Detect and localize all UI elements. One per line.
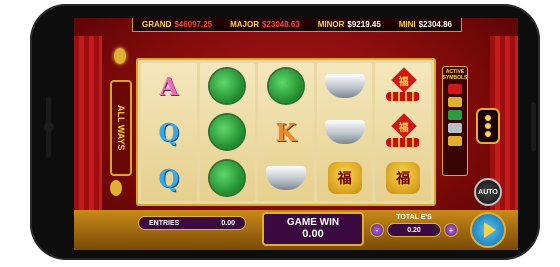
gold-pouch-icon: 福	[381, 157, 425, 199]
jade-disc	[210, 115, 245, 149]
menu-dot-icon	[485, 131, 491, 137]
total-bet-label: TOTAL E'S	[396, 214, 432, 221]
silver-ingot-icon	[323, 111, 367, 153]
jackpot-value: $46097.25	[174, 20, 213, 29]
symbol-a: A	[159, 71, 179, 101]
total-bet-row: - 0.20 +	[370, 223, 458, 237]
jade-dragon-icon	[205, 111, 249, 153]
firecracker-string	[386, 138, 421, 147]
silver-ingot-icon	[264, 157, 308, 199]
power-button	[531, 102, 536, 152]
spin-button[interactable]	[470, 212, 506, 248]
jackpot-value: $23048.63	[261, 20, 300, 29]
increase-bet-button[interactable]: +	[444, 223, 458, 237]
jackpot-value: $2304.86	[418, 20, 452, 29]
lantern-icon	[114, 48, 126, 64]
menu-button[interactable]	[476, 108, 500, 144]
jade-disc	[210, 161, 245, 195]
game-win-box: GAME WIN 0.00	[262, 212, 364, 246]
jackpot-bar: GRAND $46097.25 MAJOR $23048.63 MINOR $9…	[132, 18, 462, 32]
jackpot-label: MINI	[398, 20, 416, 29]
jackpot-value: $9219.45	[347, 20, 381, 29]
play-icon	[483, 222, 496, 238]
fu-glyph: 福	[399, 122, 410, 134]
jackpot-grand: GRAND $46097.25	[142, 20, 212, 29]
ingot-shape	[265, 166, 306, 190]
reel-column: 福福福	[375, 63, 431, 201]
chip-firecracker-icon	[448, 84, 462, 94]
jade-dragon-icon	[205, 157, 249, 199]
symbol-cell: Q	[147, 157, 191, 199]
active-symbols-panel: ACTIVE SYMBOLS	[442, 66, 468, 176]
game-screen: GRAND $46097.25 MAJOR $23048.63 MINOR $9…	[74, 18, 518, 250]
lantern-icon	[110, 180, 122, 196]
symbol-k: K	[275, 117, 297, 147]
symbol-q: Q	[158, 163, 180, 193]
camera-icon	[44, 122, 54, 132]
jade-dragon-icon	[205, 65, 249, 107]
total-bet-box: TOTAL E'S - 0.20 +	[370, 214, 458, 244]
pouch-glyph: 福	[386, 162, 421, 194]
menu-dot-icon	[485, 123, 491, 129]
symbol-cell: A	[147, 65, 191, 107]
jade-disc	[210, 69, 245, 103]
chip-pouch-icon	[448, 136, 462, 146]
reel-column: K	[258, 63, 314, 201]
reel-column: AQQ	[141, 63, 197, 201]
pouch-glyph: 福	[327, 162, 362, 194]
entries-value: 0.00	[221, 219, 235, 227]
jackpot-label: MAJOR	[230, 20, 259, 29]
firecracker-icon: 福	[381, 65, 425, 107]
phone-frame: GRAND $46097.25 MAJOR $23048.63 MINOR $9…	[30, 4, 540, 260]
jackpot-label: GRAND	[141, 20, 172, 29]
jackpot-mini: MINI $2304.86	[399, 20, 452, 29]
jade-dragon-icon	[264, 65, 308, 107]
entries-label: ENTRIES	[149, 219, 180, 227]
decrease-bet-button[interactable]: -	[370, 223, 384, 237]
jackpot-minor: MINOR $9219.45	[318, 20, 381, 29]
reel-column: 福	[316, 63, 373, 201]
symbol-cell: Q	[147, 111, 191, 153]
jade-disc	[268, 69, 303, 103]
reel-grid: AQQK福福福福	[136, 58, 436, 206]
ingot-shape	[324, 74, 365, 98]
ingot-shape	[324, 120, 365, 144]
auto-spin-button[interactable]: AUTO	[474, 178, 502, 206]
chip-ingot-icon	[448, 123, 462, 133]
active-symbols-title: ACTIVE SYMBOLS	[442, 69, 468, 81]
game-win-value: 0.00	[302, 228, 324, 240]
left-curtain	[74, 36, 102, 226]
symbol-q: Q	[158, 117, 180, 147]
silver-ingot-icon	[323, 65, 367, 107]
bottom-bar: ENTRIES 0.00 GAME WIN 0.00 TOTAL E'S - 0…	[74, 210, 518, 250]
game-win-label: GAME WIN	[286, 217, 340, 228]
chip-jade-icon	[448, 110, 462, 120]
reel-column	[199, 63, 256, 201]
fu-glyph: 福	[399, 76, 410, 88]
symbol-cell: K	[264, 111, 308, 153]
firecracker-icon: 福	[381, 111, 425, 153]
total-bet-value: 0.20	[387, 223, 441, 237]
jackpot-label: MINOR	[317, 20, 345, 29]
menu-dot-icon	[485, 115, 491, 121]
jackpot-major: MAJOR $23048.63	[230, 20, 300, 29]
gold-pouch-icon: 福	[323, 157, 367, 199]
chip-gold-icon	[448, 97, 462, 107]
entries-box: ENTRIES 0.00	[138, 216, 246, 230]
all-ways-panel: ALL WAYS	[110, 80, 132, 176]
firecracker-string	[386, 92, 421, 101]
